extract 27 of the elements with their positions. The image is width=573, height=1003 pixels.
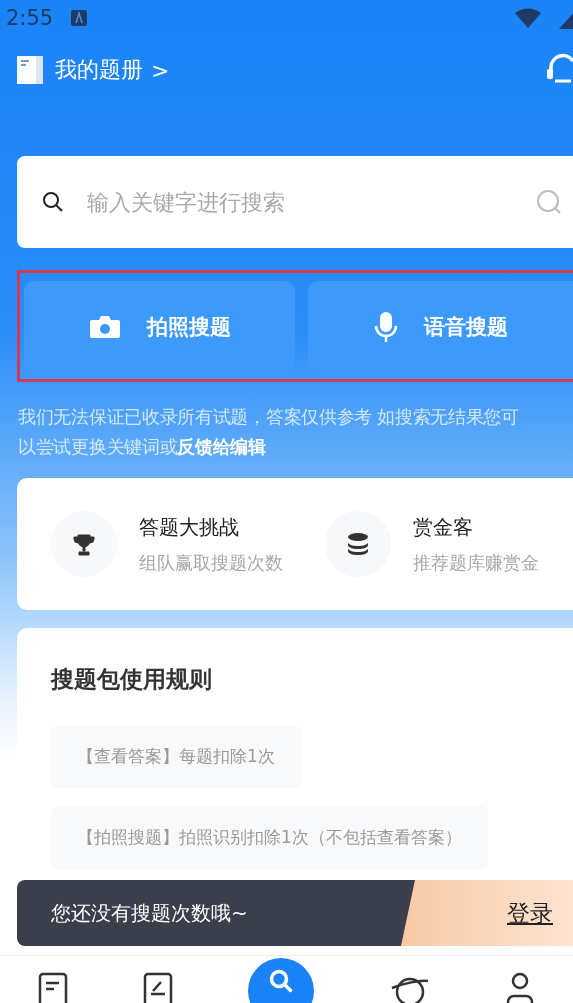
chevron-icon[interactable]: > bbox=[151, 57, 170, 83]
login-button[interactable]: 登录 bbox=[401, 880, 573, 946]
search-input[interactable]: 输入关键字进行搜索 bbox=[85, 188, 515, 216]
camera-icon bbox=[88, 314, 121, 340]
feature-subtitle: 推荐题库赚赏金 bbox=[413, 550, 539, 575]
notification-icon bbox=[71, 10, 88, 26]
wifi-icon bbox=[515, 8, 541, 28]
status-time: 2:55 bbox=[6, 6, 54, 30]
my-question-book-link[interactable]: 我的题册 bbox=[55, 55, 143, 85]
coins-icon bbox=[346, 532, 370, 556]
search-icon bbox=[41, 190, 65, 214]
feature-subtitle: 组队赢取搜题次数 bbox=[139, 550, 283, 575]
feature-title[interactable]: 赏金客 bbox=[413, 513, 539, 541]
trophy-icon bbox=[72, 532, 96, 556]
search-icon bbox=[268, 968, 295, 994]
rule-item: 【查看答案】每题扣除1次 bbox=[51, 725, 301, 788]
rules-title: 搜题包使用规则 bbox=[51, 665, 212, 694]
notebook-icon bbox=[17, 56, 43, 84]
document-icon[interactable] bbox=[37, 972, 68, 1003]
edit-icon[interactable] bbox=[143, 972, 174, 1003]
rule-item: 【拍照搜题】拍照识别扣除1次（不包括查看答案） bbox=[51, 806, 488, 869]
person-icon[interactable] bbox=[505, 972, 536, 1003]
disclaimer-text: 我们无法保证已收录所有试题，答案仅供参考 如搜索无结果您可以尝试更换关键词或反馈给编辑 bbox=[18, 406, 520, 459]
microphone-icon bbox=[374, 311, 398, 343]
feedback-link[interactable]: 反馈给编辑 bbox=[177, 437, 266, 457]
feature-title[interactable]: 答题大挑战 bbox=[139, 513, 283, 541]
login-prompt: 您还没有搜题次数哦~ bbox=[50, 899, 249, 927]
